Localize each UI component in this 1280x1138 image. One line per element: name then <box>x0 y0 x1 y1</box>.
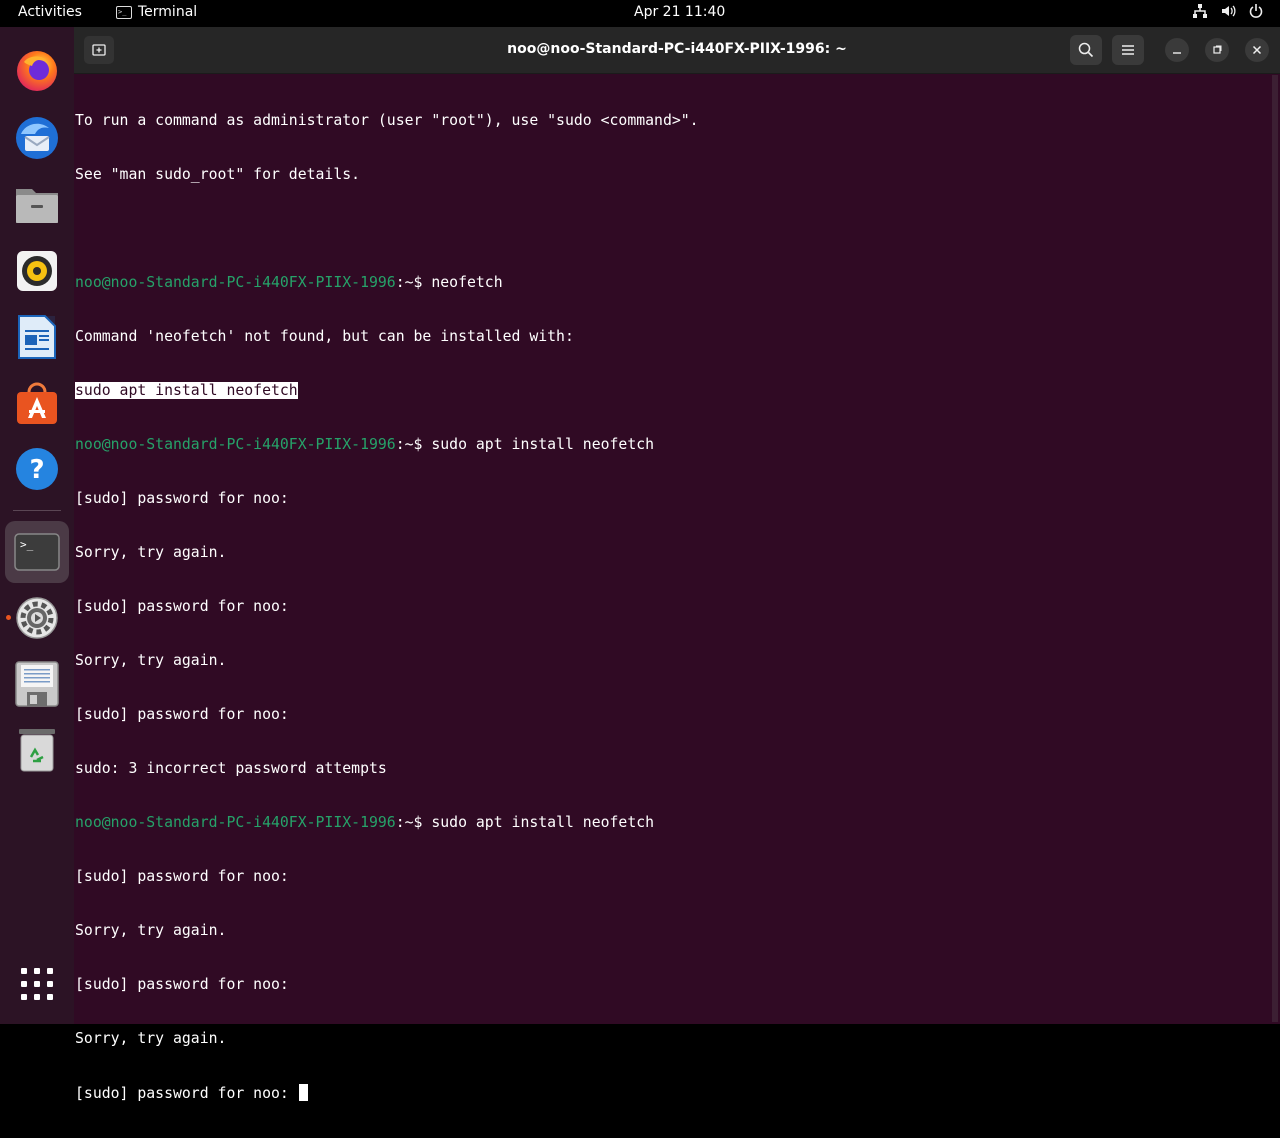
close-button[interactable] <box>1245 38 1269 62</box>
clock[interactable]: Apr 21 11:40 <box>634 4 725 20</box>
terminal-output[interactable]: To run a command as administrator (user … <box>75 76 1265 1138</box>
app-grid-icon <box>21 968 53 1000</box>
terminal-prompt-line: noo@noo-Standard-PC-i440FX-PIIX-1996:~$ … <box>75 814 1265 832</box>
svg-text:>_: >_ <box>20 538 34 551</box>
prompt-user: noo@noo-Standard-PC-i440FX-PIIX-1996 <box>75 814 396 831</box>
writer-icon <box>18 315 56 359</box>
terminal-line: [sudo] password for noo: <box>75 868 289 885</box>
search-icon <box>1078 42 1094 58</box>
dock-item-settings[interactable] <box>5 588 69 648</box>
minimize-icon <box>1173 52 1181 54</box>
dock: ? >_ <box>0 27 74 1024</box>
terminal-line: [sudo] password for noo: <box>75 976 289 993</box>
prompt-suffix: :~$ <box>395 436 432 453</box>
system-tray[interactable] <box>1192 3 1264 19</box>
firefox-icon <box>17 51 57 91</box>
dock-item-software[interactable] <box>5 373 69 433</box>
terminal-line: Sorry, try again. <box>75 652 227 669</box>
command-text: sudo apt install neofetch <box>431 814 655 831</box>
prompt-suffix: :~$ <box>395 814 432 831</box>
thunderbird-icon <box>16 117 58 159</box>
restore-icon <box>1213 45 1222 54</box>
selected-text[interactable]: sudo apt install neofetch <box>75 382 298 399</box>
command-text: neofetch <box>431 274 503 291</box>
terminal-icon: >_ <box>116 5 132 19</box>
app-menu[interactable]: >_ Terminal <box>116 4 197 20</box>
dock-item-writer[interactable] <box>5 307 69 367</box>
hamburger-icon <box>1122 45 1134 55</box>
files-icon <box>16 189 58 223</box>
terminal-line: [sudo] password for noo: <box>75 706 289 723</box>
dock-separator <box>13 510 61 511</box>
prompt-suffix: :~$ <box>395 274 432 291</box>
terminal-line: sudo apt install neofetch <box>75 382 1265 400</box>
dock-item-rhythmbox[interactable] <box>5 241 69 301</box>
software-icon <box>17 382 57 424</box>
dock-item-thunderbird[interactable] <box>5 108 69 168</box>
terminal-line: [sudo] password for noo: <box>75 598 289 615</box>
dock-item-save[interactable] <box>5 654 69 714</box>
dock-item-files[interactable] <box>5 175 69 235</box>
terminal-prompt-line: noo@noo-Standard-PC-i440FX-PIIX-1996:~$ … <box>75 436 1265 454</box>
hamburger-menu-button[interactable] <box>1112 35 1144 65</box>
header-bar[interactable]: noo@noo-Standard-PC-i440FX-PIIX-1996: ~ <box>74 27 1280 74</box>
prompt-user: noo@noo-Standard-PC-i440FX-PIIX-1996 <box>75 436 396 453</box>
rhythmbox-icon <box>17 251 57 291</box>
terminal-line: Sorry, try again. <box>75 922 227 939</box>
terminal-input-line[interactable]: [sudo] password for noo: <box>75 1084 1265 1102</box>
dock-item-help[interactable]: ? <box>5 439 69 499</box>
maximize-button[interactable] <box>1205 38 1229 62</box>
prompt-user: noo@noo-Standard-PC-i440FX-PIIX-1996 <box>75 274 396 291</box>
network-icon[interactable] <box>1192 3 1208 19</box>
trash-icon <box>19 729 55 772</box>
text-cursor <box>298 1084 308 1101</box>
top-bar: Activities >_ Terminal Apr 21 11:40 <box>0 0 1280 27</box>
terminal-line: To run a command as administrator (user … <box>75 112 699 129</box>
terminal-line: Sorry, try again. <box>75 1030 227 1047</box>
terminal-line: Sorry, try again. <box>75 544 227 561</box>
command-text: sudo apt install neofetch <box>431 436 655 453</box>
search-button[interactable] <box>1070 35 1102 65</box>
password-prompt: [sudo] password for noo: <box>75 1085 298 1102</box>
scrollbar[interactable] <box>1272 75 1278 1022</box>
terminal-line: Command 'neofetch' not found, but can be… <box>75 328 574 345</box>
dock-item-firefox[interactable] <box>5 41 69 101</box>
volume-icon[interactable] <box>1220 3 1236 19</box>
terminal-icon: >_ <box>14 533 60 571</box>
activities-button[interactable]: Activities <box>18 4 82 20</box>
terminal-line: See "man sudo_root" for details. <box>75 166 361 183</box>
close-icon <box>1252 45 1262 55</box>
terminal-window: noo@noo-Standard-PC-i440FX-PIIX-1996: ~ … <box>74 27 1280 1102</box>
minimize-button[interactable] <box>1165 38 1189 62</box>
power-icon[interactable] <box>1248 3 1264 19</box>
terminal-prompt-line: noo@noo-Standard-PC-i440FX-PIIX-1996:~$ … <box>75 274 1265 292</box>
svg-text:?: ? <box>29 455 44 485</box>
terminal-line: sudo: 3 incorrect password attempts <box>75 760 387 777</box>
app-menu-label: Terminal <box>138 4 198 20</box>
terminal-line: [sudo] password for noo: <box>75 490 289 507</box>
settings-icon <box>16 597 58 639</box>
help-icon: ? <box>16 448 58 490</box>
dock-item-trash[interactable] <box>5 720 69 780</box>
dock-item-show-applications[interactable] <box>5 954 69 1014</box>
dock-item-terminal[interactable]: >_ <box>5 521 69 583</box>
floppy-icon <box>15 661 59 707</box>
